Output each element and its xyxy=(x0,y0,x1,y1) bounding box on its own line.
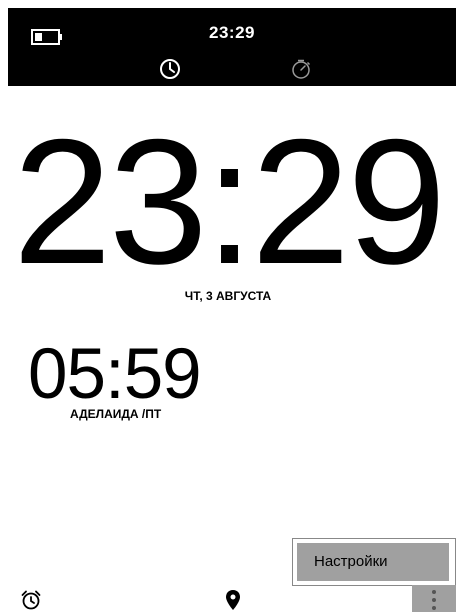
date-label: ЧТ, 3 АВГУСТА xyxy=(184,289,272,303)
alarm-icon[interactable] xyxy=(20,589,42,611)
tab-clock-icon[interactable] xyxy=(159,58,181,80)
world-clock-time[interactable]: 05:59 xyxy=(28,339,202,410)
status-bar-time: 23:29 xyxy=(209,23,255,42)
top-bar: 23:29 xyxy=(8,8,456,86)
overflow-menu-button[interactable] xyxy=(412,585,456,612)
overflow-popup-menu: Настройки xyxy=(292,538,456,586)
world-clock-city[interactable]: АДЕЛАИДА /ПТ xyxy=(70,407,161,421)
main-clock-time: 23:29 xyxy=(12,102,446,301)
location-icon[interactable] xyxy=(222,589,244,611)
menu-item-settings[interactable]: Настройки xyxy=(297,543,449,581)
tab-stopwatch-icon[interactable] xyxy=(290,58,312,80)
overflow-menu-icon xyxy=(432,590,436,610)
